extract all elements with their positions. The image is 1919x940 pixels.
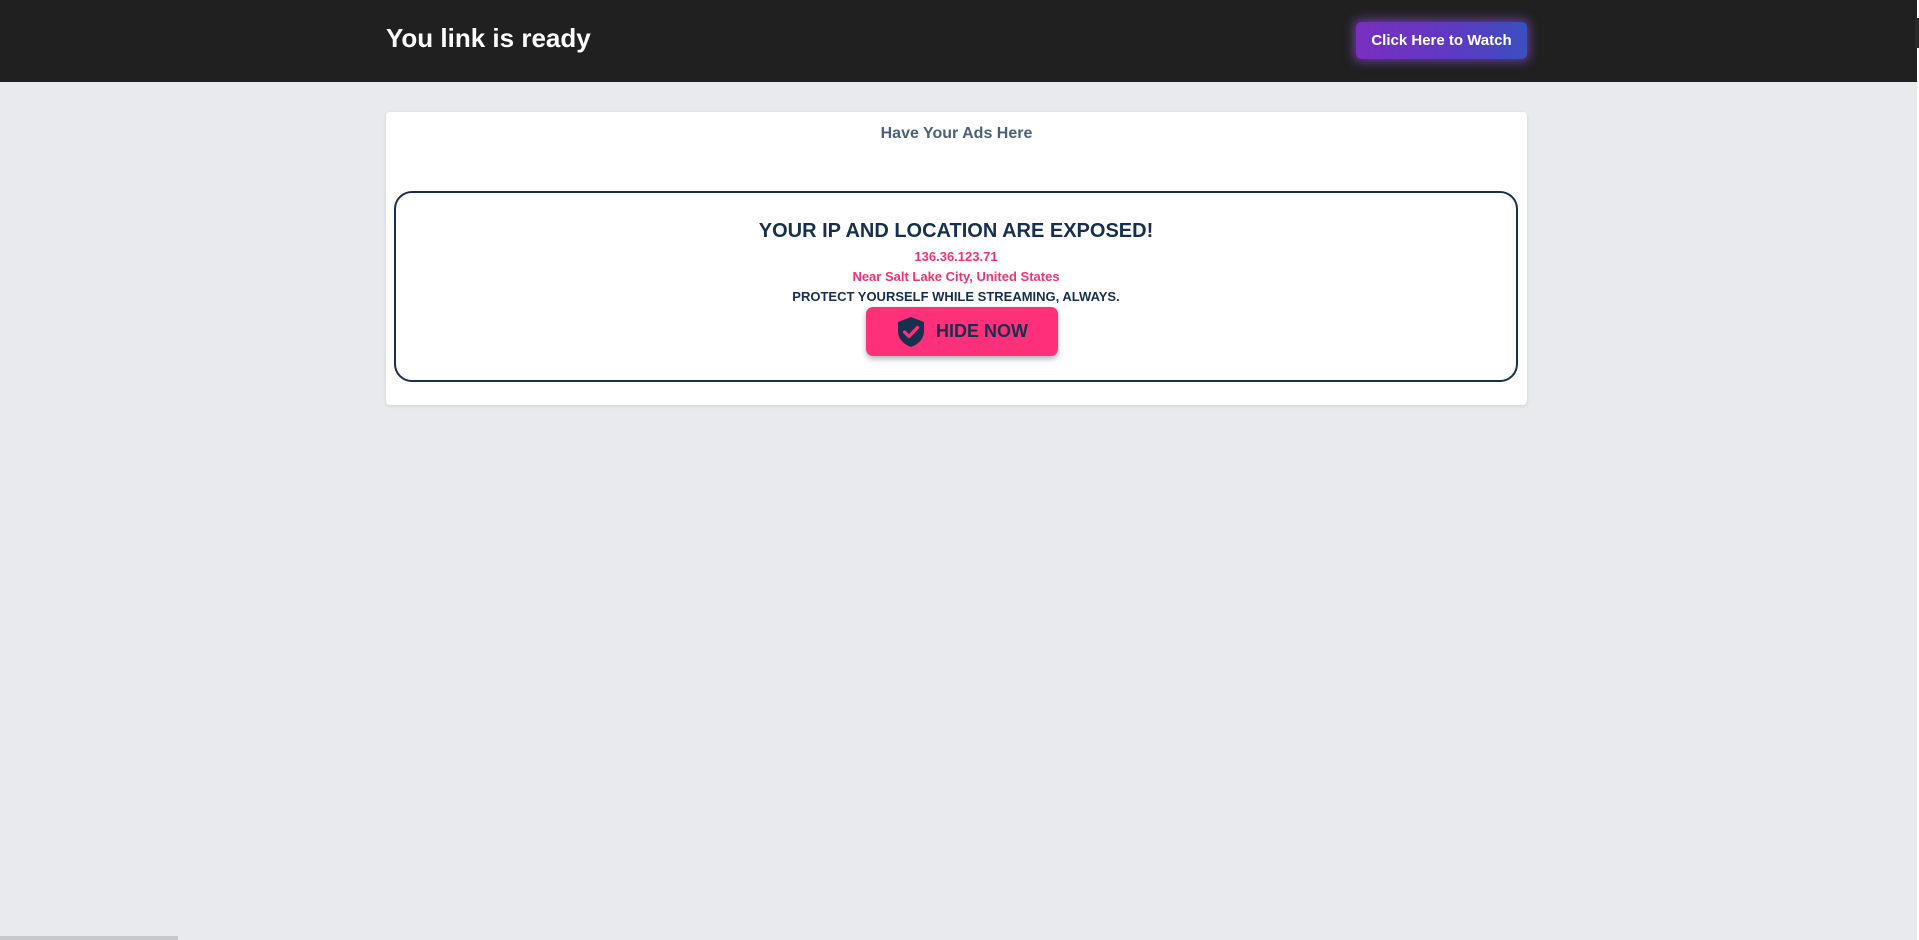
ip-exposed-alert: YOUR IP AND LOCATION ARE EXPOSED! 136.36… [394, 191, 1518, 382]
location-text: Near Salt Lake City, United States [852, 269, 1060, 284]
shield-check-icon [898, 316, 924, 347]
ip-address: 136.36.123.71 [914, 249, 998, 264]
watch-button[interactable]: Click Here to Watch [1356, 22, 1527, 59]
scrollbar-thumb[interactable] [1915, 18, 1919, 48]
ads-placeholder-label: Have Your Ads Here [880, 125, 1033, 142]
hide-now-button[interactable]: HIDE NOW [866, 307, 1058, 356]
ad-card: Have Your Ads Here YOUR IP AND LOCATION … [386, 112, 1527, 405]
page-title: You link is ready [386, 23, 591, 53]
top-navbar: You link is ready Click Here to Watch [0, 0, 1917, 82]
horizontal-scrollbar[interactable] [0, 936, 178, 940]
hide-now-label: HIDE NOW [936, 321, 1028, 341]
alert-headline: YOUR IP AND LOCATION ARE EXPOSED! [758, 220, 1154, 242]
protect-message: PROTECT YOURSELF WHILE STREAMING, ALWAYS… [792, 289, 1120, 304]
